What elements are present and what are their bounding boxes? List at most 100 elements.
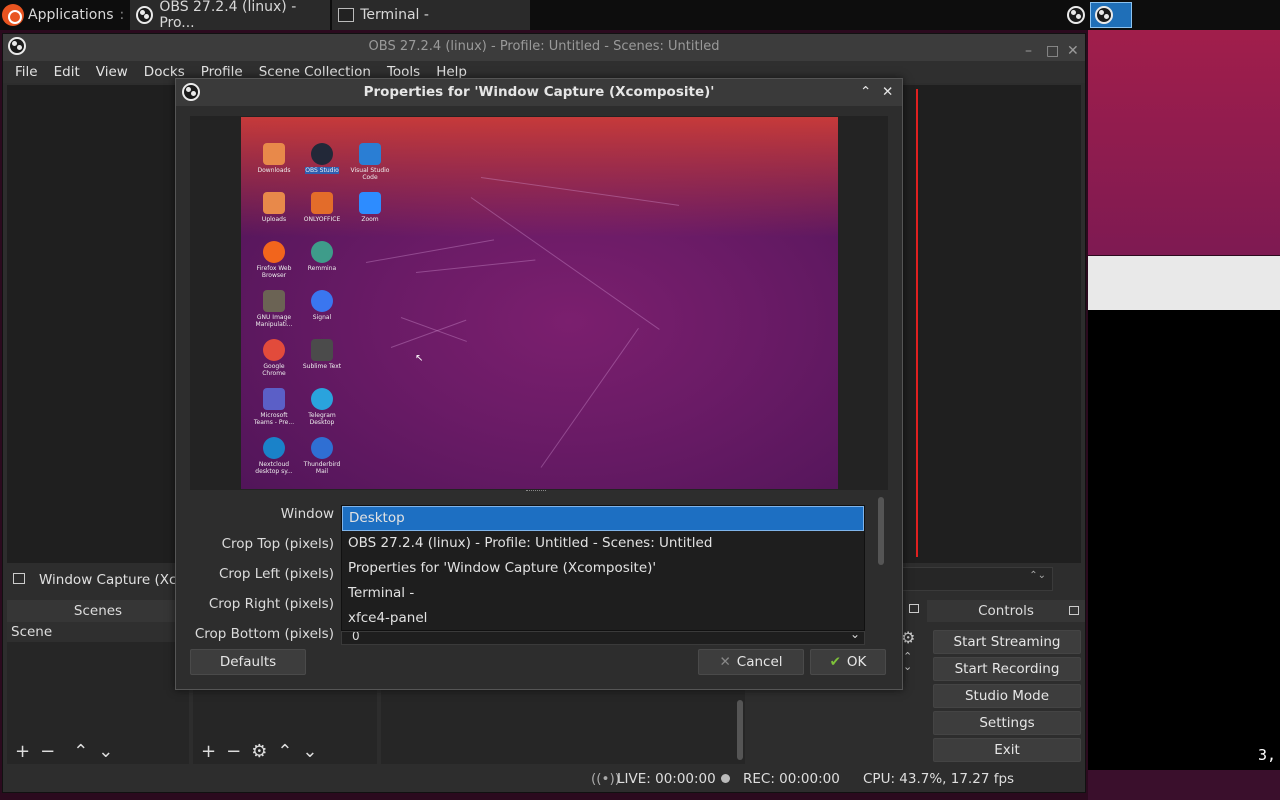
desktop-icon[interactable]: Thunderbird Mail — [300, 437, 344, 475]
selected-source-name: Window Capture (Xco — [39, 572, 185, 588]
desktop-icon[interactable]: Telegram Desktop — [300, 388, 344, 426]
settings-button[interactable]: Settings — [933, 711, 1081, 735]
folder-icon — [263, 143, 285, 165]
controls-title: Controls — [927, 600, 1085, 622]
status-bar: ((•)) LIVE: 00:00:00 REC: 00:00:00 CPU: … — [3, 766, 1085, 792]
live-status: LIVE: 00:00:00 — [617, 771, 716, 787]
splitter-handle[interactable] — [526, 490, 546, 493]
task-terminal[interactable]: Terminal - — [332, 0, 531, 30]
controls-dock: Controls Start Streaming Start Recording… — [927, 600, 1085, 764]
cancel-button[interactable]: ✕ Cancel — [698, 649, 804, 675]
window-label: Window — [280, 506, 334, 522]
desktop-icon[interactable]: Google Chrome — [252, 339, 296, 377]
dialog-close-icon[interactable]: ✕ — [882, 79, 893, 105]
transition-spin-icon[interactable]: ⌃ ⌄ — [903, 651, 912, 672]
desktop-icon[interactable]: Signal — [300, 290, 344, 321]
desktop-icon[interactable]: Zoom — [348, 192, 392, 223]
add-scene-icon[interactable]: + — [15, 741, 30, 762]
source-settings-gear-icon[interactable]: ⚙ — [251, 741, 267, 762]
menu-view[interactable]: View — [88, 61, 136, 83]
move-up-icon[interactable]: ⌃ — [73, 741, 88, 762]
vscode-icon — [359, 143, 381, 165]
scene-list-item[interactable]: Scene — [7, 622, 189, 642]
desktop-icon[interactable]: Visual Studio Code — [348, 143, 392, 181]
tray-obs-active[interactable] — [1090, 2, 1132, 28]
properties-scrollbar[interactable] — [878, 497, 884, 565]
defaults-button[interactable]: Defaults — [190, 649, 306, 675]
window-dropdown-list[interactable]: Desktop OBS 27.2.4 (linux) - Profile: Un… — [341, 505, 865, 631]
crop-bottom-input[interactable]: 0 ⌄ — [341, 631, 865, 645]
crop-bottom-value: 0 — [352, 631, 360, 643]
desktop-icon[interactable]: Uploads — [252, 192, 296, 223]
cpu-status: CPU: 43.7%, 17.27 fps — [863, 771, 1015, 787]
source-bounding-frame — [908, 89, 918, 557]
thunderbird-icon — [311, 437, 333, 459]
chrome-icon — [263, 339, 285, 361]
float-dock-icon[interactable] — [909, 604, 919, 613]
firefox-icon — [263, 241, 285, 263]
applications-separator: : — [119, 7, 125, 23]
menu-edit[interactable]: Edit — [46, 61, 88, 83]
add-source-icon[interactable]: + — [201, 741, 216, 762]
background-bottom — [1088, 770, 1280, 800]
telegram-icon — [311, 388, 333, 410]
nextcloud-icon — [263, 437, 285, 459]
start-recording-button[interactable]: Start Recording — [933, 657, 1081, 681]
dialog-title: Properties for 'Window Capture (Xcomposi… — [363, 84, 715, 100]
crop-top-label: Crop Top (pixels) — [221, 536, 334, 552]
source-down-icon[interactable]: ⌄ — [302, 741, 317, 762]
cancel-label: Cancel — [736, 654, 783, 670]
controls-float-icon[interactable] — [1069, 606, 1079, 615]
whisker-line — [390, 319, 467, 348]
rec-dot-icon — [721, 774, 730, 783]
dialog-titlebar[interactable]: Properties for 'Window Capture (Xcomposi… — [176, 79, 902, 106]
desktop-icon[interactable]: ONLYOFFICE — [300, 192, 344, 223]
tray-obs[interactable] — [1064, 3, 1088, 27]
window-option-desktop[interactable]: Desktop — [342, 506, 864, 531]
window-option-obs[interactable]: OBS 27.2.4 (linux) - Profile: Untitled -… — [342, 531, 864, 556]
task-obs[interactable]: OBS 27.2.4 (linux) - Pro... — [130, 0, 331, 31]
remove-source-icon[interactable]: − — [226, 741, 241, 762]
move-down-icon[interactable]: ⌄ — [98, 741, 113, 762]
window-source-icon — [13, 573, 25, 584]
desktop-icon[interactable]: Nextcloud desktop sy... — [252, 437, 296, 475]
desktop-icon[interactable]: Sublime Text — [300, 339, 344, 370]
terminal-text: 3, — [1258, 746, 1277, 764]
ok-button[interactable]: ✔ OK — [810, 649, 886, 675]
gimp-icon — [263, 290, 285, 312]
background-window-strip — [1088, 256, 1280, 310]
mixer-scrollbar[interactable] — [737, 700, 743, 760]
transition-gear-icon[interactable]: ⚙ — [901, 628, 915, 647]
desktop-icon[interactable]: Remmina — [300, 241, 344, 272]
remove-scene-icon[interactable]: − — [40, 741, 55, 762]
whisker-line — [365, 239, 495, 263]
exit-button[interactable]: Exit — [933, 738, 1081, 762]
start-streaming-button[interactable]: Start Streaming — [933, 630, 1081, 654]
desktop-icon[interactable]: Microsoft Teams - Pre... — [252, 388, 296, 426]
studio-mode-button[interactable]: Studio Mode — [933, 684, 1081, 708]
menu-file[interactable]: File — [7, 61, 46, 83]
cursor-icon: ↖ — [415, 353, 424, 364]
spin-down-icon[interactable]: ⌄ — [850, 632, 860, 640]
window-option-xfce4-panel[interactable]: xfce4-panel — [342, 606, 864, 631]
window-option-properties[interactable]: Properties for 'Window Capture (Xcomposi… — [342, 556, 864, 581]
desktop-icon[interactable]: Downloads — [252, 143, 296, 174]
ok-check-icon: ✔ — [829, 654, 841, 670]
folder-icon — [263, 192, 285, 214]
rec-status: REC: 00:00:00 — [743, 771, 840, 787]
ubuntu-logo-icon[interactable] — [2, 4, 24, 26]
dialog-collapse-icon[interactable]: ⌃ — [860, 79, 871, 105]
window-option-terminal[interactable]: Terminal - — [342, 581, 864, 606]
spin-arrows-icon: ⌃⌄ — [1029, 570, 1046, 581]
desktop-icon[interactable]: Firefox Web Browser — [252, 241, 296, 279]
crop-bottom-label: Crop Bottom (pixels) — [194, 626, 334, 642]
source-up-icon[interactable]: ⌃ — [277, 741, 292, 762]
whisker-line — [400, 317, 467, 342]
desktop-icon[interactable]: OBS Studio — [300, 143, 344, 174]
source-spinbox[interactable]: ⌃⌄ — [893, 567, 1053, 591]
obs-titlebar[interactable]: OBS 27.2.4 (linux) - Profile: Untitled -… — [3, 34, 1085, 61]
applications-label: Applications — [28, 7, 114, 23]
applications-menu[interactable]: Applications : — [24, 0, 130, 30]
background-desktop — [1088, 30, 1280, 255]
desktop-icon[interactable]: GNU Image Manipulati... — [252, 290, 296, 328]
